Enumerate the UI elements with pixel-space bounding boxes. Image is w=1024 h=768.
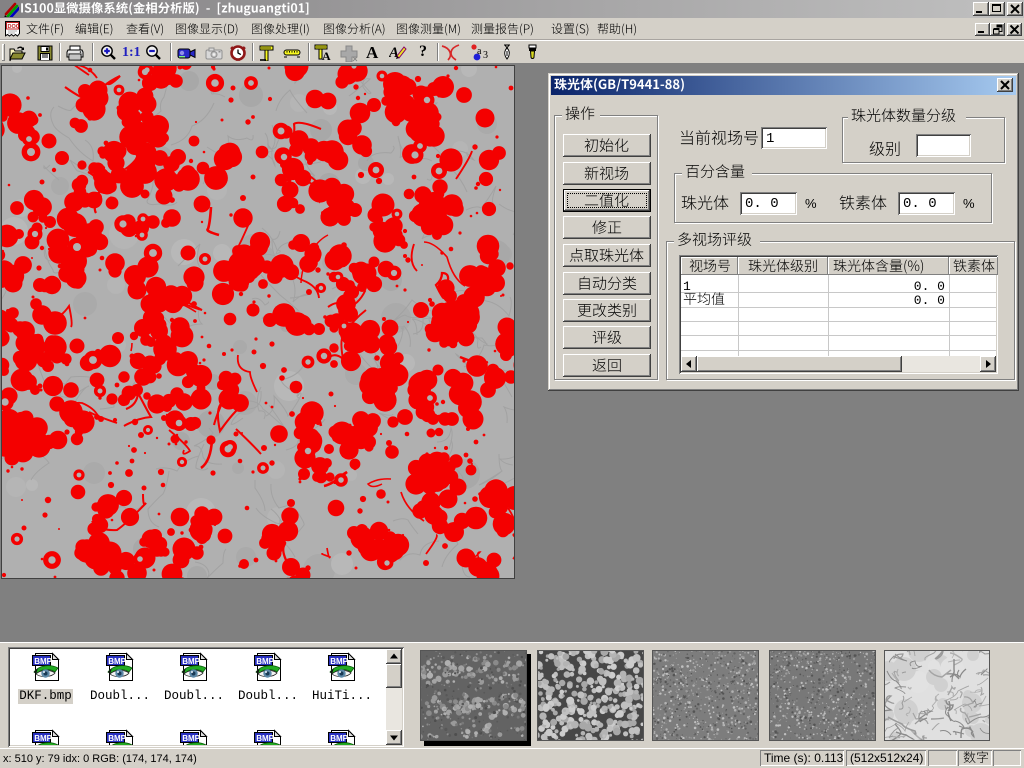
svg-text:A: A bbox=[389, 45, 399, 61]
svg-text:BMP: BMP bbox=[108, 657, 126, 666]
svg-text:BMP: BMP bbox=[330, 657, 348, 666]
svg-text:BMP: BMP bbox=[108, 734, 126, 743]
svg-text:BMP: BMP bbox=[256, 734, 274, 743]
svg-text:BMP: BMP bbox=[182, 657, 200, 666]
svg-text:BMP: BMP bbox=[256, 657, 274, 666]
svg-text:BMP: BMP bbox=[34, 734, 52, 743]
svg-text:BMP: BMP bbox=[34, 657, 52, 666]
svg-text:3: 3 bbox=[483, 50, 488, 61]
svg-text:DOC: DOC bbox=[8, 24, 20, 30]
svg-text:BMP: BMP bbox=[330, 734, 348, 743]
svg-text:A: A bbox=[322, 49, 331, 61]
svg-text:BMP: BMP bbox=[182, 734, 200, 743]
